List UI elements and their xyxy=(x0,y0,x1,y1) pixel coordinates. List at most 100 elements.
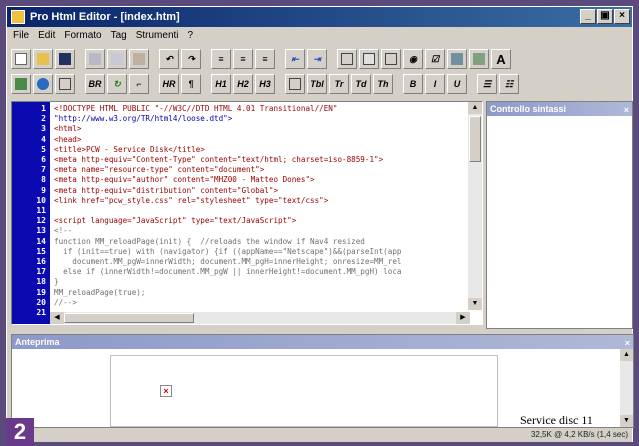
image-button[interactable] xyxy=(447,49,467,69)
ordered-list-button[interactable]: ☷ xyxy=(499,74,519,94)
refresh-icon: ↻ xyxy=(113,78,121,89)
line-number: 1 xyxy=(41,104,46,113)
folder-icon xyxy=(37,53,49,65)
line-icon: ⌐ xyxy=(136,79,142,89)
td-button[interactable]: Td xyxy=(351,74,371,94)
italic-button[interactable]: I xyxy=(425,74,445,94)
radio-button-tool[interactable]: ◉ xyxy=(403,49,423,69)
floppy-icon xyxy=(59,53,71,65)
picture-icon xyxy=(15,78,27,90)
br-button[interactable]: BR xyxy=(85,74,105,94)
scroll-thumb[interactable] xyxy=(469,116,481,162)
font-button[interactable]: A xyxy=(491,49,511,69)
table-icon-button[interactable] xyxy=(285,74,305,94)
cut-button[interactable] xyxy=(85,49,105,69)
menu-strumenti[interactable]: Strumenti xyxy=(136,28,179,44)
minimize-button[interactable]: _ xyxy=(580,9,596,24)
line-numbers: 1 2 3 4 5 6 7 8 9 10 11 12 13 14 15 16 17 18 19 20 21 xyxy=(12,102,50,324)
figure-number-badge: 2 xyxy=(6,418,34,446)
line-number: 3 xyxy=(41,124,46,134)
unordered-list-button[interactable]: ☰ xyxy=(477,74,497,94)
input-field-icon xyxy=(363,53,375,65)
line-number: 8 xyxy=(41,175,46,185)
indent-icon: ⇥ xyxy=(313,53,321,64)
hscroll-thumb[interactable] xyxy=(64,313,194,323)
format-toolbar: BR ↻ ⌐ HR ¶ H1 H2 H3 Tbl Tr Td Th B I U … xyxy=(11,72,519,96)
scroll-right-arrow-icon[interactable]: ▶ xyxy=(456,312,470,324)
chart-button[interactable] xyxy=(469,49,489,69)
new-file-button[interactable] xyxy=(11,49,31,69)
menu-help[interactable]: ? xyxy=(188,28,194,44)
close-button[interactable]: × xyxy=(614,9,630,24)
textarea-button[interactable] xyxy=(381,49,401,69)
code-line: "http://www.w3.org/TR/html4/loose.dtd"> xyxy=(54,114,233,124)
h1-button[interactable]: H1 xyxy=(211,74,231,94)
scroll-up-arrow-icon[interactable]: ▲ xyxy=(468,102,482,114)
tr-button[interactable]: Tr xyxy=(329,74,349,94)
menu-formato[interactable]: Formato xyxy=(64,28,101,44)
h3-button[interactable]: H3 xyxy=(255,74,275,94)
maximize-button[interactable]: ▣ xyxy=(597,9,613,24)
align-right-button[interactable]: ≡ xyxy=(255,49,275,69)
copy-icon xyxy=(111,53,123,65)
refresh-button[interactable]: ↻ xyxy=(107,74,127,94)
syntax-panel-close-icon[interactable]: × xyxy=(624,103,629,117)
tbl-button[interactable]: Tbl xyxy=(307,74,327,94)
code-line: function MM_reloadPage(init) { //reloads… xyxy=(54,236,365,246)
globe-icon xyxy=(37,78,49,90)
th-button[interactable]: Th xyxy=(373,74,393,94)
menu-edit[interactable]: Edit xyxy=(38,28,55,44)
paste-button[interactable] xyxy=(129,49,149,69)
line-number: 14 xyxy=(36,236,46,246)
align-left-icon: ≡ xyxy=(218,54,224,64)
line-number: 10 xyxy=(36,195,46,205)
syntax-check-panel: Controllo sintassi × xyxy=(486,101,633,329)
underline-button[interactable]: U xyxy=(447,74,467,94)
align-left-button[interactable]: ≡ xyxy=(211,49,231,69)
line-number: 13 xyxy=(36,226,46,236)
checkbox-tool[interactable]: ☑ xyxy=(425,49,445,69)
preview-scroll-up-icon[interactable]: ▲ xyxy=(620,349,633,361)
form-button[interactable] xyxy=(337,49,357,69)
redo-button[interactable]: ↷ xyxy=(181,49,201,69)
align-center-icon: ≡ xyxy=(240,54,246,64)
editor-vertical-scrollbar[interactable]: ▲ ▼ xyxy=(468,102,482,310)
open-button[interactable] xyxy=(33,49,53,69)
indent-button[interactable]: ⇥ xyxy=(307,49,327,69)
line-number: 6 xyxy=(41,155,46,165)
undo-button[interactable]: ↶ xyxy=(159,49,179,69)
outdent-button[interactable]: ⇤ xyxy=(285,49,305,69)
align-center-button[interactable]: ≡ xyxy=(233,49,253,69)
save-button[interactable] xyxy=(55,49,75,69)
line-number: 9 xyxy=(41,185,46,195)
code-line: <head> xyxy=(54,134,82,144)
bold-button[interactable]: B xyxy=(403,74,423,94)
scroll-left-arrow-icon[interactable]: ◀ xyxy=(50,312,64,324)
h2-button[interactable]: H2 xyxy=(233,74,253,94)
image-insert-button[interactable] xyxy=(11,74,31,94)
preview-text: Service disc 11 xyxy=(520,413,593,427)
status-bar: 32,5K @ 4,2 KB/s (1,4 sec) xyxy=(7,430,632,442)
menu-file[interactable]: File xyxy=(13,28,29,44)
code-area[interactable]: <!DOCTYPE HTML PUBLIC "-//W3C//DTD HTML … xyxy=(54,104,469,312)
globe-button[interactable] xyxy=(33,74,53,94)
line-number: 21 xyxy=(36,308,46,318)
hr-button[interactable]: HR xyxy=(159,74,179,94)
preview-vertical-scrollbar[interactable]: ▲ ▼ xyxy=(620,349,633,427)
line-number: 5 xyxy=(41,144,46,154)
line-number: 20 xyxy=(36,297,46,307)
line-button[interactable]: ⌐ xyxy=(129,74,149,94)
scroll-down-arrow-icon[interactable]: ▼ xyxy=(468,298,482,310)
textarea-icon xyxy=(385,53,397,65)
copy-button[interactable] xyxy=(107,49,127,69)
app-window: Pro Html Editor - [index.htm] _ ▣ × File… xyxy=(6,6,634,442)
input-button[interactable] xyxy=(359,49,379,69)
editor-horizontal-scrollbar[interactable]: ◀ ▶ xyxy=(50,312,470,324)
preview-area[interactable]: × Service disc 11 xyxy=(12,349,620,427)
code-editor[interactable]: 1 2 3 4 5 6 7 8 9 10 11 12 13 14 15 16 17 18 19 20 21 <!DOCT… xyxy=(11,101,483,325)
menu-tag[interactable]: Tag xyxy=(111,28,127,44)
preview-scroll-down-icon[interactable]: ▼ xyxy=(620,415,633,427)
paragraph-button[interactable]: ¶ xyxy=(181,74,201,94)
frame-button[interactable] xyxy=(55,74,75,94)
preview-panel-close-icon[interactable]: × xyxy=(625,336,630,350)
